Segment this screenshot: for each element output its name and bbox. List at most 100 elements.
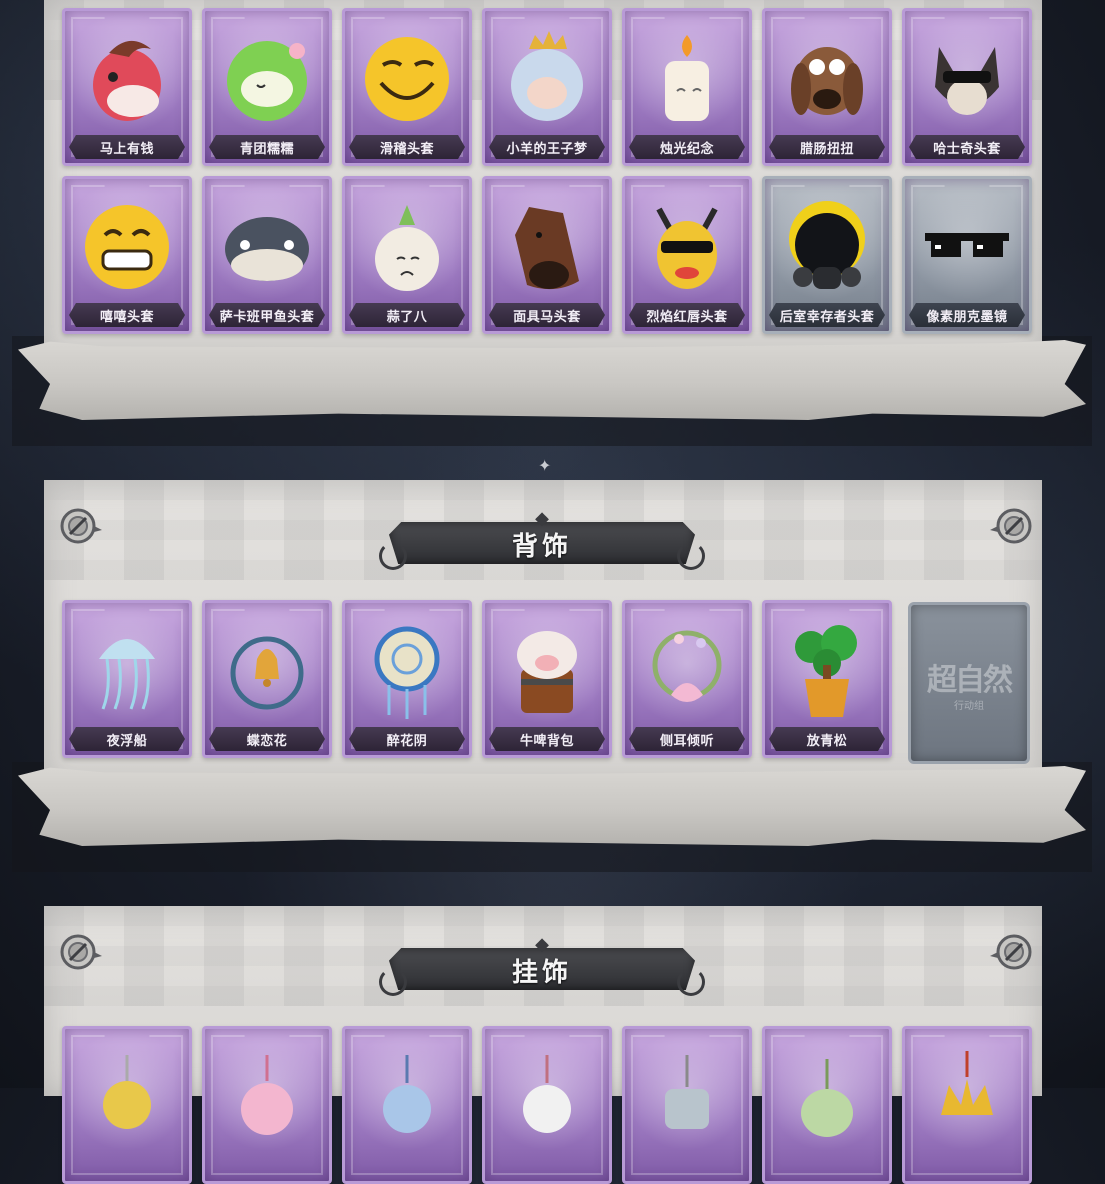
pendant-panel: ◆ 挂饰 [44,906,1042,1184]
item-label: 萨卡班甲鱼头套 [209,303,325,327]
candle-head-icon [639,27,735,131]
item-label: 烛光纪念 [629,135,745,159]
item-card[interactable]: 夜浮船 [62,600,192,758]
item-card[interactable]: 后室幸存者头套 [762,176,892,334]
item-label: 像素朋克墨镜 [909,303,1025,327]
curl-ornament-icon [379,968,407,996]
watermark-logo: 超自然 [927,662,1013,698]
item-card[interactable]: 烛光纪念 [622,8,752,166]
item-card[interactable]: 牛啤背包 [482,600,612,758]
item-card[interactable]: 像素朋克墨镜 [902,176,1032,334]
item-card[interactable]: 蝶恋花 [202,600,332,758]
horse-mask-icon [499,195,595,299]
curl-ornament-icon [379,542,407,570]
scroll-roll-bottom [18,340,1086,420]
robot-pendant-icon [639,1045,735,1149]
section-title: 背饰 [511,531,572,562]
jellyfish-ornament-icon [79,619,175,723]
item-label: 夜浮船 [69,727,185,751]
item-card[interactable]: 马上有钱 [62,8,192,166]
blue-gem-pendant-icon [359,1045,455,1149]
compass-ornament-icon [990,508,1032,544]
item-label: 嘻嘻头套 [69,303,185,327]
funny-face-icon [359,27,455,131]
curl-ornament-icon [677,542,705,570]
item-label: 腊肠扭扭 [769,135,885,159]
green-pouch-pendant-icon [779,1045,875,1149]
sparkle-icon: ✦ [538,456,552,475]
husky-sunglasses-icon [919,27,1015,131]
lotus-wreath-icon [639,619,735,723]
item-card[interactable] [622,1026,752,1184]
yellow-pendant-icon [79,1045,175,1149]
section-banner-back: ◆ 背饰 [375,508,709,570]
scroll-roll-bottom [18,766,1086,846]
white-charm-pendant-icon [499,1045,595,1149]
item-card[interactable] [902,1026,1032,1184]
item-card[interactable]: 烈焰红唇头套 [622,176,752,334]
diamond-ornament-icon: ◆ [535,508,549,529]
bell-wreath-icon [219,619,315,723]
crowned-sheep-icon [499,27,595,131]
head-grid-row-1: 马上有钱 青团糯糯 滑稽头套 小羊的王子梦 烛光纪念 腊肠扭扭 哈士奇头套 [62,8,1032,166]
gas-mask-helmet-icon [779,195,875,299]
item-card[interactable]: 滑稽头套 [342,8,472,166]
pixel-sunglasses-icon [919,195,1015,299]
green-rice-ball-icon [219,27,315,131]
item-label: 马上有钱 [69,135,185,159]
item-card[interactable] [482,1026,612,1184]
item-label: 蒜了八 [349,303,465,327]
red-horse-mask-icon [79,27,175,131]
diamond-ornament-icon: ◆ [535,934,549,955]
item-label: 青团糯糯 [209,135,325,159]
item-label: 醉花阴 [349,727,465,751]
item-card[interactable] [202,1026,332,1184]
watermark-logo-sub: 行动组 [954,700,984,712]
pink-cat-pendant-icon [219,1045,315,1149]
item-label: 侧耳倾听 [629,727,745,751]
back-grid: 夜浮船 蝶恋花 醉花阴 牛啤背包 侧耳倾听 放青松 超自然 行动组 [62,600,1030,764]
item-card[interactable]: 青团糯糯 [202,8,332,166]
curl-ornament-icon [677,968,705,996]
head-accessory-panel: 马上有钱 青团糯糯 滑稽头套 小羊的王子梦 烛光纪念 腊肠扭扭 哈士奇头套 嘻嘻头套 萨卡班甲… [44,0,1042,360]
item-card[interactable]: 侧耳倾听 [622,600,752,758]
back-accessory-panel: ◆ 背饰 夜浮船 蝶恋花 醉花阴 牛啤背包 侧耳倾听 放青松 超自然 行动组 [44,480,1042,786]
dreamcatcher-icon [359,619,455,723]
head-grid-row-2: 嘻嘻头套 萨卡班甲鱼头套 蒜了八 面具马头套 烈焰红唇头套 后室幸存者头套 像素朋克墨镜 [62,176,1032,334]
yellow-mask-sunglasses-icon [639,195,735,299]
item-label: 牛啤背包 [489,727,605,751]
fish-head-icon [219,195,315,299]
item-label: 烈焰红唇头套 [629,303,745,327]
item-card[interactable]: 哈士奇头套 [902,8,1032,166]
item-card[interactable]: 小羊的王子梦 [482,8,612,166]
compass-ornament-icon [60,934,102,970]
gold-crown-pendant-icon [919,1045,1015,1149]
compass-ornament-icon [990,934,1032,970]
item-card[interactable] [62,1026,192,1184]
dachshund-head-icon [779,27,875,131]
item-card[interactable]: 腊肠扭扭 [762,8,892,166]
cow-beer-mug-icon [499,619,595,723]
compass-ornament-icon [60,508,102,544]
item-card[interactable]: 面具马头套 [482,176,612,334]
item-label: 哈士奇头套 [909,135,1025,159]
placeholder-card: 超自然 行动组 [908,602,1030,764]
item-label: 蝶恋花 [209,727,325,751]
item-card[interactable]: 萨卡班甲鱼头套 [202,176,332,334]
item-card[interactable] [762,1026,892,1184]
item-card[interactable] [342,1026,472,1184]
item-card[interactable]: 醉花阴 [342,600,472,758]
garlic-head-icon [359,195,455,299]
grinning-face-icon [79,195,175,299]
section-banner-pendant: ◆ 挂饰 [375,934,709,996]
item-label: 面具马头套 [489,303,605,327]
item-card[interactable]: 放青松 [762,600,892,758]
item-card[interactable]: 蒜了八 [342,176,472,334]
potted-pine-icon [779,619,875,723]
pendant-grid [62,1026,1032,1184]
item-label: 后室幸存者头套 [769,303,885,327]
section-title: 挂饰 [511,957,572,988]
item-label: 放青松 [769,727,885,751]
item-card[interactable]: 嘻嘻头套 [62,176,192,334]
item-label: 小羊的王子梦 [489,135,605,159]
